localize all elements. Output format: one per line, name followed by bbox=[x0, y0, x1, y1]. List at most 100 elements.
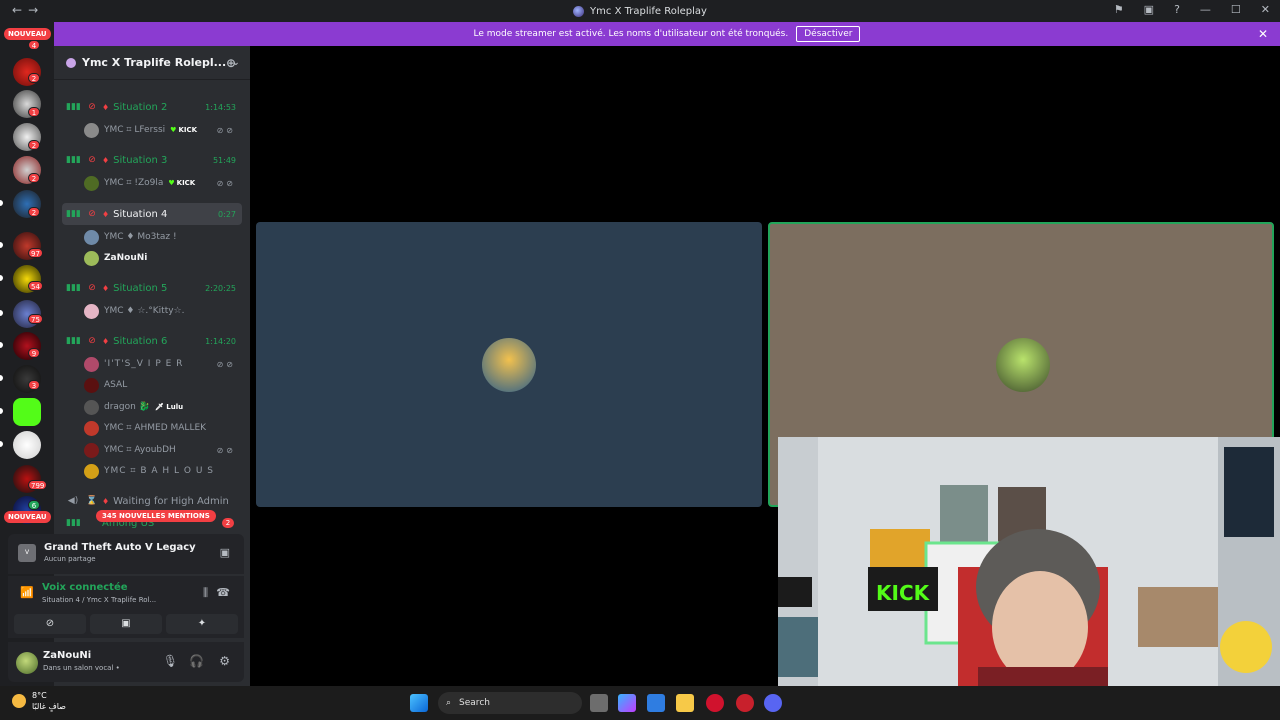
avatar bbox=[84, 420, 99, 436]
activity-panel: V Grand Theft Auto V Legacy Aucun partag… bbox=[8, 534, 244, 574]
nav-buttons[interactable]: ←→ bbox=[12, 3, 44, 17]
voice-user[interactable]: YMC ⌗ AyoubDH ⊘⊘ bbox=[84, 441, 242, 459]
weather-widget[interactable]: 8°C صافٍ غالبًا bbox=[12, 690, 66, 712]
unread-pill bbox=[0, 342, 3, 348]
discord-icon[interactable] bbox=[764, 694, 782, 712]
voice-channel-situation-2[interactable]: ▮▮▮ ⊘ ♦ Situation 2 1:14:53 bbox=[62, 97, 242, 117]
voice-live-icon: ▮▮▮ bbox=[66, 102, 81, 112]
no-entry-icon: ⊘ bbox=[88, 336, 96, 346]
channel-name: Situation 6 bbox=[113, 335, 168, 347]
opera-icon[interactable] bbox=[706, 694, 724, 712]
window-title-text: Ymc X Traplife Roleplay bbox=[590, 5, 707, 17]
signal-icon[interactable]: 📶 bbox=[20, 586, 34, 599]
close-window-button[interactable]: ✕ bbox=[1261, 3, 1270, 16]
muted-deafened-icon: ⊘⊘ bbox=[216, 445, 236, 455]
server-icon[interactable] bbox=[13, 431, 41, 459]
user-panel: ZaNouNi Dans un salon vocal • 🎙 🎧 ⚙ bbox=[8, 642, 244, 682]
avatar bbox=[84, 250, 99, 266]
voice-user[interactable]: YMC ⌗ !Zo9la KICK ⊘⊘ bbox=[84, 174, 242, 192]
server-badge: 4 bbox=[28, 40, 40, 50]
voice-channel-situation-5[interactable]: ▮▮▮ ⊘ ♦ Situation 5 2:20:25 bbox=[62, 278, 242, 298]
user-name: ZaNouNi bbox=[104, 253, 148, 263]
back-button[interactable]: ← bbox=[12, 3, 28, 17]
participant-avatar bbox=[482, 338, 536, 392]
user-name: YMC ♦ ☆.°Kitty☆. bbox=[104, 306, 185, 316]
voice-user[interactable]: ASAL bbox=[84, 376, 242, 394]
participant-tile[interactable] bbox=[256, 222, 762, 507]
windows-start-icon[interactable] bbox=[410, 694, 428, 712]
voice-user-self[interactable]: ZaNouNi bbox=[84, 249, 242, 267]
voice-user[interactable]: YMC ♦ ☆.°Kitty☆. bbox=[84, 302, 242, 320]
channel-timer: 0:27 bbox=[218, 209, 236, 219]
server-badge: 799 bbox=[28, 480, 48, 490]
voice-channel-waiting[interactable]: ◀) ⌛ ♦ Waiting for High Admin bbox=[62, 491, 242, 511]
forward-button[interactable]: → bbox=[28, 3, 44, 17]
unread-pill bbox=[0, 310, 3, 316]
voice-user[interactable]: YMC ⌗ B A H L O U S bbox=[84, 462, 242, 480]
stream-game-icon[interactable]: ▣ bbox=[220, 546, 230, 559]
banner-close-icon[interactable]: ✕ bbox=[1258, 27, 1268, 41]
search-icon: ⌕ bbox=[446, 698, 452, 708]
server-header[interactable]: Ymc X Traplife Rolepl... ⌄ ⊕ bbox=[54, 46, 250, 80]
voice-channel-situation-6[interactable]: ▮▮▮ ⊘ ♦ Situation 6 1:14:20 bbox=[62, 331, 242, 351]
voice-channel-situation-3[interactable]: ▮▮▮ ⊘ ♦ Situation 3 51:49 bbox=[62, 150, 242, 170]
banner-message: Le mode streamer est activé. Les noms d'… bbox=[473, 29, 789, 39]
channel-name: Situation 5 bbox=[113, 282, 168, 294]
screen-share-icon[interactable]: ▣ bbox=[1144, 3, 1154, 16]
game-subtitle: Aucun partage bbox=[44, 555, 96, 563]
rockstar-icon[interactable] bbox=[736, 694, 754, 712]
search-label: Search bbox=[459, 698, 490, 708]
maximize-button[interactable]: ☐ bbox=[1231, 3, 1241, 16]
inbox-icon[interactable]: ⚑ bbox=[1114, 3, 1124, 16]
user-name: YMC ⌗ AyoubDH bbox=[104, 445, 176, 455]
avatar bbox=[84, 175, 99, 191]
minimize-button[interactable]: — bbox=[1200, 3, 1211, 16]
avatar[interactable] bbox=[16, 652, 38, 674]
unread-pill bbox=[0, 275, 3, 281]
diamond-icon: ♦ bbox=[102, 209, 110, 219]
window-controls: ⚑ ▣ ? — ☐ ✕ bbox=[1114, 3, 1270, 16]
invite-people-icon[interactable]: ⊕ bbox=[226, 56, 236, 70]
file-explorer-icon[interactable] bbox=[676, 694, 694, 712]
new-mentions-badge[interactable]: 345 NOUVELLES MENTIONS bbox=[96, 510, 216, 522]
no-entry-icon: ⊘ bbox=[88, 283, 96, 293]
help-icon[interactable]: ? bbox=[1174, 3, 1180, 16]
muted-deafened-icon: ⊘⊘ bbox=[216, 359, 236, 369]
disable-streamer-button[interactable]: Désactiver bbox=[796, 26, 861, 42]
settings-gear-icon[interactable]: ⚙ bbox=[219, 654, 230, 668]
voice-user[interactable]: 'I'T'S_V I P E R ⊘⊘ bbox=[84, 355, 242, 373]
voice-user[interactable]: dragon 🐉 🗡 Lulu bbox=[84, 398, 242, 416]
title-bar: ←→ Ymc X Traplife Roleplay ⚑ ▣ ? — ☐ ✕ bbox=[0, 0, 1280, 22]
copilot-icon[interactable] bbox=[618, 694, 636, 712]
headphones-icon[interactable]: 🎧 bbox=[189, 654, 204, 668]
avatar bbox=[84, 377, 99, 393]
noise-suppression-icon[interactable]: ⫼ bbox=[203, 586, 208, 600]
voice-connection-panel: 📶 Voix connectée Situation 4 / Ymc X Tra… bbox=[8, 576, 244, 638]
server-name: Ymc X Traplife Rolepl... bbox=[82, 56, 227, 69]
task-view-icon[interactable] bbox=[590, 694, 608, 712]
voice-user[interactable]: YMC ⌗ LFerssi KICK ⊘⊘ bbox=[84, 121, 242, 139]
voice-channel-path[interactable]: Situation 4 / Ymc X Traplife Rol... bbox=[42, 596, 156, 604]
disconnect-icon[interactable]: ☎ bbox=[216, 586, 230, 599]
channel-name: Situation 2 bbox=[113, 101, 168, 113]
server-badge: 6 bbox=[28, 500, 40, 510]
webcam-overlay: KICK bbox=[778, 437, 1280, 720]
user-name: ASAL bbox=[104, 380, 128, 390]
activities-button[interactable]: ✦ bbox=[166, 614, 238, 634]
kick-tag: KICK bbox=[168, 179, 196, 187]
kick-server-icon[interactable] bbox=[13, 398, 41, 426]
camera-off-button[interactable]: ⊘ bbox=[14, 614, 86, 634]
taskbar-search[interactable]: ⌕ Search bbox=[438, 692, 582, 714]
microphone-icon[interactable]: 🎙 bbox=[163, 654, 178, 668]
voice-user[interactable]: YMC ⌗ AHMED MALLEK bbox=[84, 419, 242, 437]
server-badge: 3 bbox=[28, 380, 40, 390]
voice-user[interactable]: YMC ♦ Mo3taz ! bbox=[84, 228, 242, 246]
diamond-icon: ♦ bbox=[102, 283, 110, 293]
voice-live-icon: ▮▮▮ bbox=[66, 155, 81, 165]
share-screen-button[interactable]: ▣ bbox=[90, 614, 162, 634]
store-icon[interactable] bbox=[647, 694, 665, 712]
user-name: 'I'T'S_V I P E R bbox=[104, 359, 184, 369]
voice-channel-situation-4[interactable]: ▮▮▮ ⊘ ♦ Situation 4 0:27 bbox=[62, 203, 242, 225]
new-badge-top[interactable]: NOUVEAU bbox=[4, 28, 51, 40]
new-badge-bottom[interactable]: NOUVEAU bbox=[4, 511, 51, 523]
